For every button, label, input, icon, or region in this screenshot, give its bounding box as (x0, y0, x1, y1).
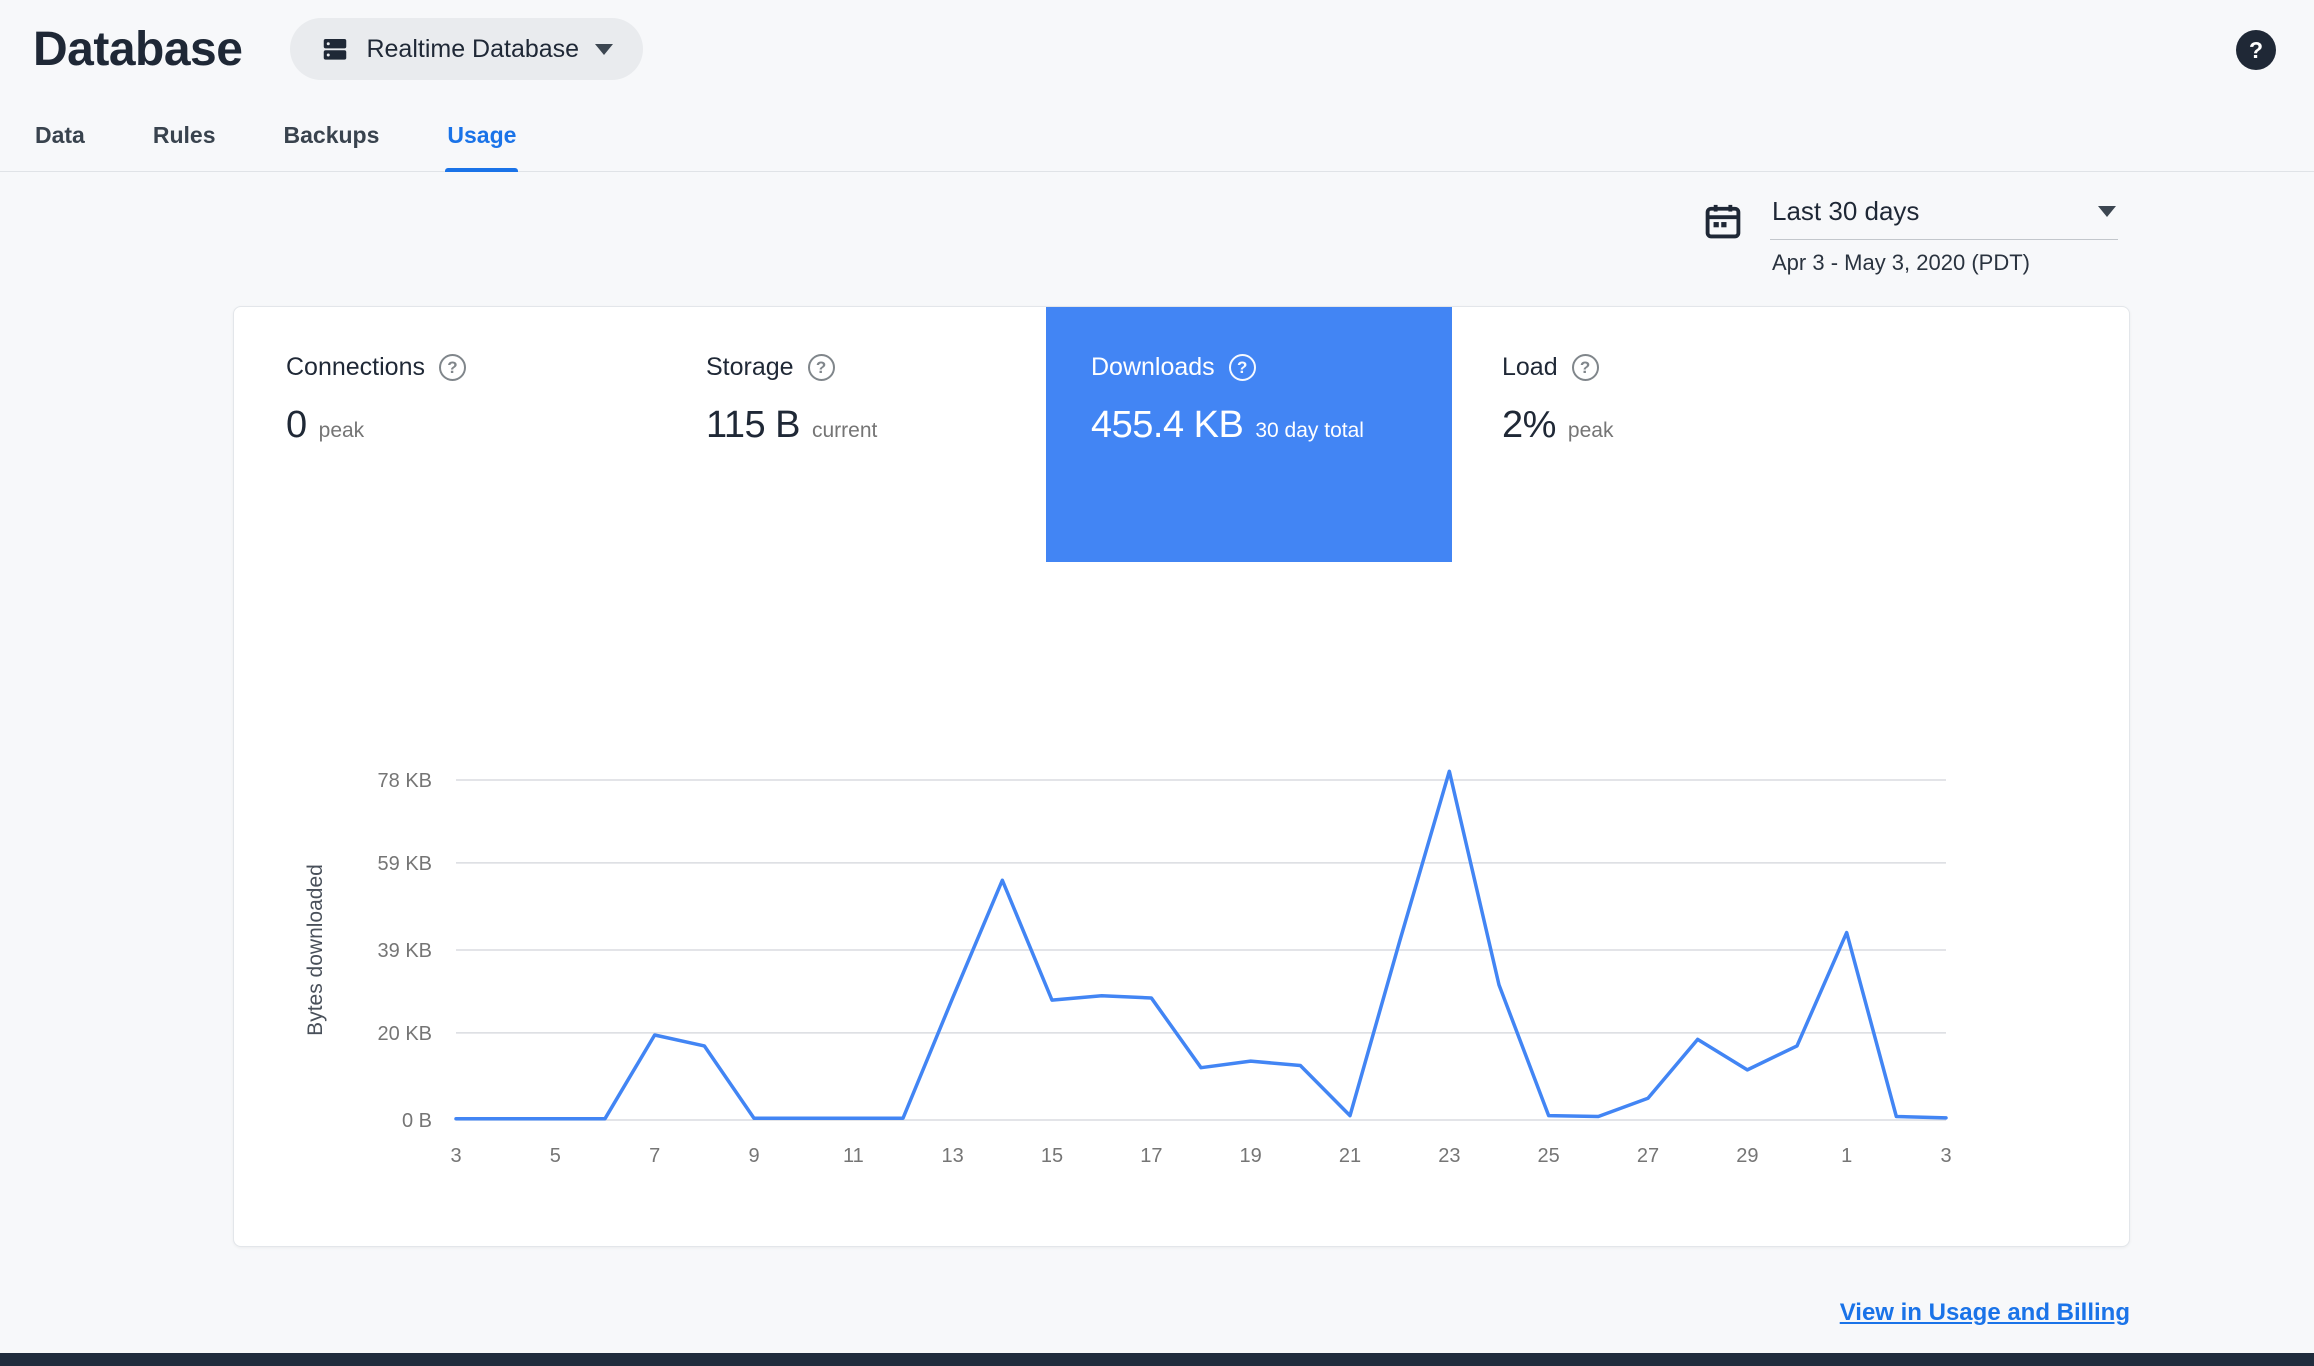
tab-bar: Data Rules Backups Usage (0, 102, 2314, 172)
question-icon: ? (2248, 36, 2264, 63)
usage-card: Connections ? 0 peak Storage ? 115 B cur… (233, 306, 2130, 1247)
svg-text:13: 13 (942, 1145, 964, 1167)
svg-text:9: 9 (748, 1145, 759, 1167)
svg-text:59 KB: 59 KB (378, 853, 432, 875)
date-range-row: Last 30 days Apr 3 - May 3, 2020 (PDT) (0, 194, 2314, 276)
billing-row: View in Usage and Billing (0, 1299, 2314, 1327)
metric-tile-connections[interactable]: Connections ? 0 peak (234, 307, 654, 562)
svg-text:1: 1 (1841, 1145, 1852, 1167)
metric-value: 115 B (706, 404, 800, 446)
metric-label: Downloads (1091, 353, 1215, 381)
svg-text:27: 27 (1637, 1145, 1659, 1167)
svg-text:5: 5 (550, 1145, 561, 1167)
svg-text:23: 23 (1438, 1145, 1460, 1167)
svg-text:39 KB: 39 KB (378, 940, 432, 962)
chevron-down-icon (595, 43, 614, 55)
tab-usage[interactable]: Usage (445, 102, 519, 172)
chevron-down-icon (2098, 206, 2116, 217)
page-title: Database (33, 22, 243, 76)
metric-tile-downloads[interactable]: Downloads ? 455.4 KB 30 day total (1046, 307, 1452, 562)
svg-text:0 B: 0 B (402, 1110, 432, 1132)
metric-tile-storage[interactable]: Storage ? 115 B current (654, 307, 1046, 562)
metric-label: Connections (286, 353, 425, 381)
metric-label: Storage (706, 353, 794, 381)
svg-text:Bytes downloaded: Bytes downloaded (304, 864, 327, 1036)
header: Database Realtime Database ? (0, 0, 2314, 88)
tab-backups[interactable]: Backups (282, 102, 382, 171)
database-selector-label: Realtime Database (366, 34, 580, 63)
metric-value-row: 455.4 KB 30 day total (1091, 404, 1452, 447)
svg-text:21: 21 (1339, 1145, 1361, 1167)
svg-text:3: 3 (1940, 1145, 1951, 1167)
metric-help-icon[interactable]: ? (1571, 354, 1599, 381)
svg-text:3: 3 (450, 1145, 461, 1167)
svg-text:19: 19 (1240, 1145, 1262, 1167)
svg-text:15: 15 (1041, 1145, 1063, 1167)
database-icon (320, 34, 350, 64)
usage-chart: 0 B20 KB39 KB59 KB78 KB3 5 7 9 11 13 15 17 19 21 2… (304, 769, 1952, 1167)
metric-unit: 30 day total (1255, 419, 1364, 442)
metric-value-row: 0 peak (286, 404, 654, 447)
metric-tiles: Connections ? 0 peak Storage ? 115 B cur… (234, 307, 2129, 562)
date-range-selector[interactable]: Last 30 days (1770, 194, 2118, 240)
bottom-bar (0, 1353, 2314, 1366)
tab-rules[interactable]: Rules (151, 102, 218, 171)
svg-text:17: 17 (1140, 1145, 1162, 1167)
metric-tile-load[interactable]: Load ? 2% peak (1452, 307, 2129, 562)
svg-text:29: 29 (1736, 1145, 1758, 1167)
metric-unit: peak (318, 419, 365, 442)
metric-value: 2% (1502, 404, 1556, 446)
metric-value-row: 2% peak (1502, 404, 2129, 447)
metric-value: 455.4 KB (1091, 404, 1244, 446)
svg-text:11: 11 (843, 1145, 864, 1167)
metric-help-icon[interactable]: ? (1228, 354, 1256, 381)
metric-help-icon[interactable]: ? (438, 354, 466, 381)
page: Database Realtime Database ? Data Rules … (0, 0, 2314, 1327)
svg-text:78 KB: 78 KB (378, 770, 432, 792)
database-selector[interactable]: Realtime Database (290, 18, 644, 80)
metric-unit: peak (1567, 419, 1614, 442)
date-range-subtitle: Apr 3 - May 3, 2020 (PDT) (1772, 250, 2030, 275)
metric-header: Downloads ? (1091, 353, 1452, 382)
metric-label: Load (1502, 353, 1558, 381)
metric-value: 0 (286, 404, 307, 446)
date-range-label: Last 30 days (1772, 196, 1920, 226)
metric-help-icon[interactable]: ? (807, 354, 835, 381)
metric-value-row: 115 B current (706, 404, 1046, 447)
metric-header: Connections ? (286, 353, 654, 382)
metric-header: Load ? (1502, 353, 2129, 382)
date-range-select: Last 30 days Apr 3 - May 3, 2020 (PDT) (1770, 194, 2118, 276)
svg-text:7: 7 (649, 1145, 660, 1167)
tab-data[interactable]: Data (33, 102, 87, 171)
help-button[interactable]: ? (2236, 30, 2276, 70)
metric-unit: current (811, 419, 878, 442)
svg-text:20 KB: 20 KB (378, 1023, 432, 1045)
metric-header: Storage ? (706, 353, 1046, 382)
calendar-icon (1702, 200, 1744, 242)
view-usage-billing-link[interactable]: View in Usage and Billing (1840, 1299, 2130, 1326)
svg-text:25: 25 (1538, 1145, 1560, 1167)
